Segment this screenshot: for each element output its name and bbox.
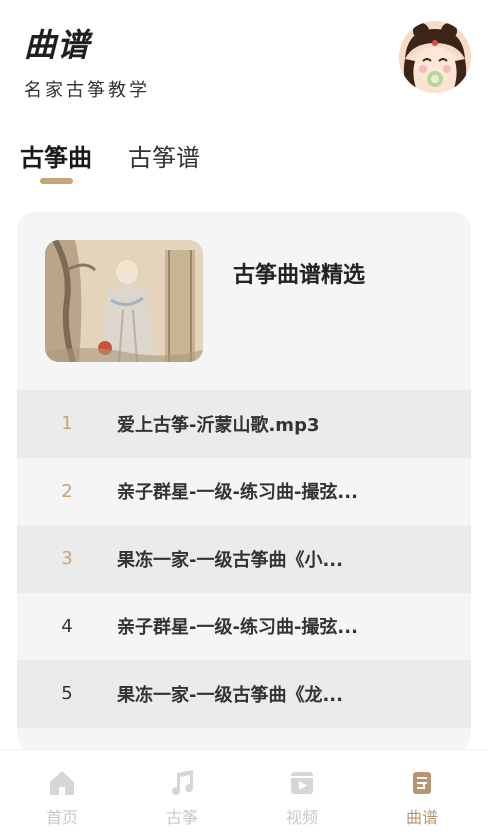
list-item[interactable]: 4 亲子群星-一级-练习曲-撮弦... [17, 592, 471, 660]
list-item-title: 果冻一家-一级古筝曲《龙... [117, 684, 343, 706]
header: 曲谱 名家古筝教学 [0, 0, 488, 120]
tab-guzheng-songs[interactable]: 古筝曲 [20, 138, 92, 173]
avatar[interactable] [399, 21, 471, 93]
score-icon [413, 772, 431, 794]
nav-item-score[interactable]: 曲谱 [362, 768, 482, 828]
tab-active-indicator [40, 178, 73, 184]
card-title: 古筝曲谱精选 [233, 263, 366, 288]
page-subtitle: 名家古筝教学 [24, 80, 150, 101]
nav-item-home[interactable]: 首页 [2, 768, 122, 828]
list-item-number: 4 [61, 615, 73, 637]
list-item-number: 3 [61, 548, 73, 570]
list-item-number: 5 [61, 683, 73, 705]
tab-guzheng-scores[interactable]: 古筝谱 [128, 138, 200, 173]
avatar-illustration [399, 21, 471, 93]
list-item[interactable]: 3 果冻一家-一级古筝曲《小... [17, 525, 471, 593]
song-list: 1 爱上古筝-沂蒙山歌.mp3 2 亲子群星-一级-练习曲-撮弦... 3 果冻… [17, 390, 471, 728]
cover-image[interactable] [45, 240, 203, 362]
list-item-number: 1 [61, 413, 73, 435]
list-item[interactable]: 1 爱上古筝-沂蒙山歌.mp3 [17, 390, 471, 458]
nav-label: 曲谱 [405, 808, 438, 827]
nav-item-guzheng[interactable]: 古筝 [122, 768, 242, 828]
list-item-title: 亲子群星-一级-练习曲-撮弦... [117, 617, 358, 639]
list-item-title: 亲子群星-一级-练习曲-撮弦... [117, 482, 358, 504]
list-item[interactable]: 5 果冻一家-一级古筝曲《龙... [17, 660, 471, 728]
bottom-nav: 首页 古筝 视频 曲谱 [0, 749, 488, 839]
list-item-title: 爱上古筝-沂蒙山歌.mp3 [117, 414, 320, 436]
home-icon [50, 771, 74, 795]
featured-card: 古筝曲谱精选 1 爱上古筝-沂蒙山歌.mp3 2 亲子群星-一级-练习曲-撮弦.… [17, 212, 471, 752]
music-note-icon [172, 770, 194, 796]
video-icon [291, 772, 313, 794]
nav-label: 古筝 [165, 808, 198, 827]
nav-item-video[interactable]: 视频 [242, 768, 362, 828]
tab-bar: 古筝曲 古筝谱 [0, 130, 488, 190]
painting-illustration [45, 240, 203, 362]
page-title: 曲谱 [24, 26, 91, 64]
list-item-number: 2 [61, 480, 73, 502]
list-item-title: 果冻一家-一级古筝曲《小... [117, 549, 343, 571]
nav-label: 视频 [285, 808, 318, 827]
nav-label: 首页 [45, 808, 78, 827]
list-item[interactable]: 2 亲子群星-一级-练习曲-撮弦... [17, 457, 471, 525]
